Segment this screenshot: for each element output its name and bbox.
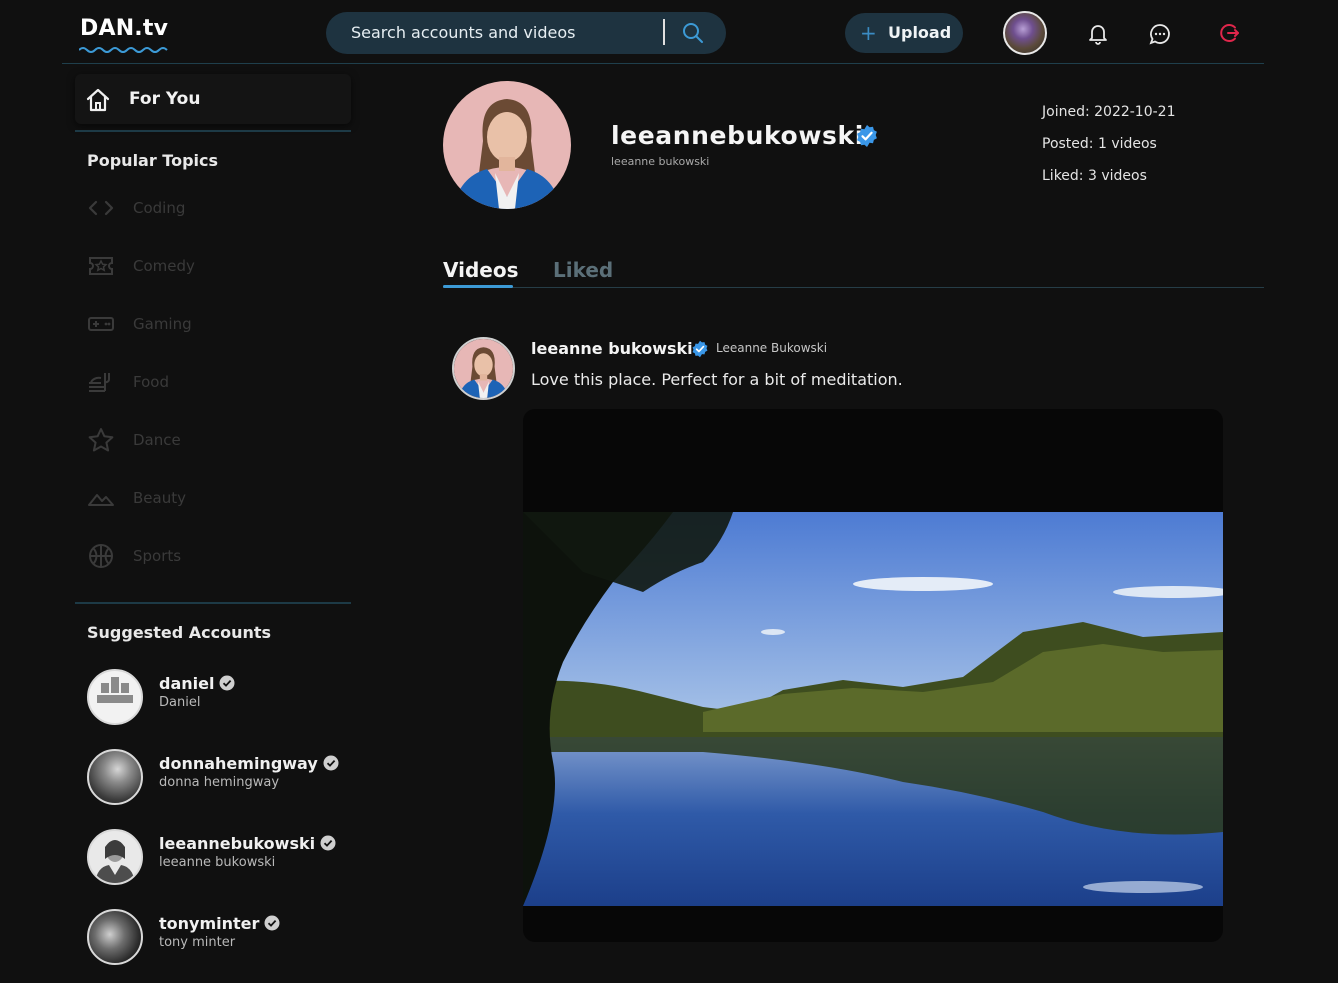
for-you-label: For You — [129, 89, 201, 109]
sidebar-item-for-you[interactable]: For You — [75, 74, 351, 124]
topic-coding[interactable]: Coding — [87, 191, 337, 225]
topic-beauty[interactable]: Beauty — [87, 481, 337, 515]
account-display-name: tony minter — [159, 935, 236, 950]
avatar — [87, 909, 143, 965]
account-username: donnahemingway — [159, 754, 339, 773]
topic-label: Food — [133, 373, 169, 391]
star-icon — [88, 428, 114, 452]
account-display-name: leeanne bukowski — [159, 855, 276, 870]
sidebar-divider — [75, 602, 351, 604]
verified-badge-icon — [320, 835, 336, 851]
portrait-image — [95, 840, 135, 883]
plus-icon: + — [860, 21, 877, 45]
home-icon — [86, 88, 110, 112]
account-username: tonyminter — [159, 914, 280, 933]
avatar — [87, 749, 143, 805]
profile-display-name: leeanne bukowski — [611, 155, 710, 168]
bell-icon[interactable] — [1086, 21, 1110, 45]
suggested-account-daniel[interactable]: daniel Daniel — [87, 669, 347, 727]
basketball-icon — [89, 544, 113, 568]
active-tab-indicator — [443, 285, 513, 288]
logo-underline-wave — [79, 47, 168, 53]
video-thumbnail-lake-image — [523, 512, 1223, 906]
account-username: leeannebukowski — [159, 834, 336, 853]
topic-label: Coding — [133, 199, 186, 217]
topic-label: Beauty — [133, 489, 186, 507]
account-username: daniel — [159, 674, 235, 693]
post-author-display-name: Leeanne Bukowski — [716, 341, 828, 355]
verified-badge-icon — [692, 340, 708, 358]
suggested-accounts-title: Suggested Accounts — [87, 623, 272, 642]
video-player[interactable] — [523, 409, 1223, 942]
topic-comedy[interactable]: Comedy — [87, 249, 337, 283]
logout-icon[interactable] — [1217, 21, 1241, 45]
search-divider — [663, 19, 665, 45]
upload-label: Upload — [888, 23, 952, 42]
search-input[interactable]: Search accounts and videos — [351, 23, 575, 42]
profile-username: leeannebukowski — [611, 121, 864, 150]
profile-portrait-image — [443, 81, 571, 209]
default-avatar-icon — [97, 677, 133, 703]
profile-avatar — [443, 81, 571, 209]
avatar — [87, 829, 143, 885]
topic-dance[interactable]: Dance — [87, 423, 337, 457]
topic-sports[interactable]: Sports — [87, 539, 337, 573]
suggested-account-donnahemingway[interactable]: donnahemingway donna hemingway — [87, 749, 347, 807]
gamepad-icon — [88, 317, 114, 331]
topic-label: Dance — [133, 431, 181, 449]
account-display-name: Daniel — [159, 695, 201, 710]
popular-topics-title: Popular Topics — [87, 151, 219, 170]
topic-label: Gaming — [133, 315, 192, 333]
avatar — [87, 669, 143, 725]
profile-joined: Joined: 2022-10-21 — [1042, 104, 1176, 120]
code-icon — [88, 200, 114, 216]
tab-liked[interactable]: Liked — [553, 258, 613, 282]
ticket-icon — [89, 257, 113, 275]
suggested-account-leeannebukowski[interactable]: leeannebukowski leeanne bukowski — [87, 829, 347, 887]
search-bar[interactable]: Search accounts and videos — [326, 12, 726, 54]
search-icon[interactable] — [681, 21, 705, 45]
post-author-portrait-image — [454, 339, 513, 398]
current-user-avatar[interactable] — [1003, 11, 1047, 55]
sidebar-divider — [75, 130, 351, 132]
tabs-divider — [443, 287, 1264, 288]
messages-icon[interactable] — [1148, 22, 1172, 46]
verified-badge-icon — [857, 125, 877, 147]
topic-food[interactable]: Food — [87, 365, 337, 399]
topic-label: Sports — [133, 547, 182, 565]
post-author-avatar[interactable] — [452, 337, 515, 400]
post-author-name[interactable]: leeanne bukowski — [531, 339, 693, 358]
verified-badge-icon — [264, 915, 280, 931]
account-display-name: donna hemingway — [159, 775, 280, 790]
profile-posted-count: Posted: 1 videos — [1042, 136, 1157, 152]
tab-videos[interactable]: Videos — [443, 258, 519, 282]
profile-liked-count: Liked: 3 videos — [1042, 168, 1147, 184]
mountain-icon — [88, 494, 114, 506]
post-caption: Love this place. Perfect for a bit of me… — [531, 370, 903, 389]
suggested-account-tonyminter[interactable]: tonyminter tony minter — [87, 909, 347, 967]
sidebar: For You Popular Topics Coding Comedy Gam… — [75, 64, 351, 983]
top-navigation-bar: DAN.tv Search accounts and videos + Uplo… — [62, 0, 1264, 64]
topic-gaming[interactable]: Gaming — [87, 307, 337, 341]
app-logo[interactable]: DAN.tv — [80, 16, 168, 41]
upload-button[interactable]: + Upload — [845, 13, 963, 53]
topic-label: Comedy — [133, 257, 195, 275]
food-icon — [89, 373, 110, 392]
verified-badge-icon — [323, 755, 339, 771]
verified-badge-icon — [219, 675, 235, 691]
